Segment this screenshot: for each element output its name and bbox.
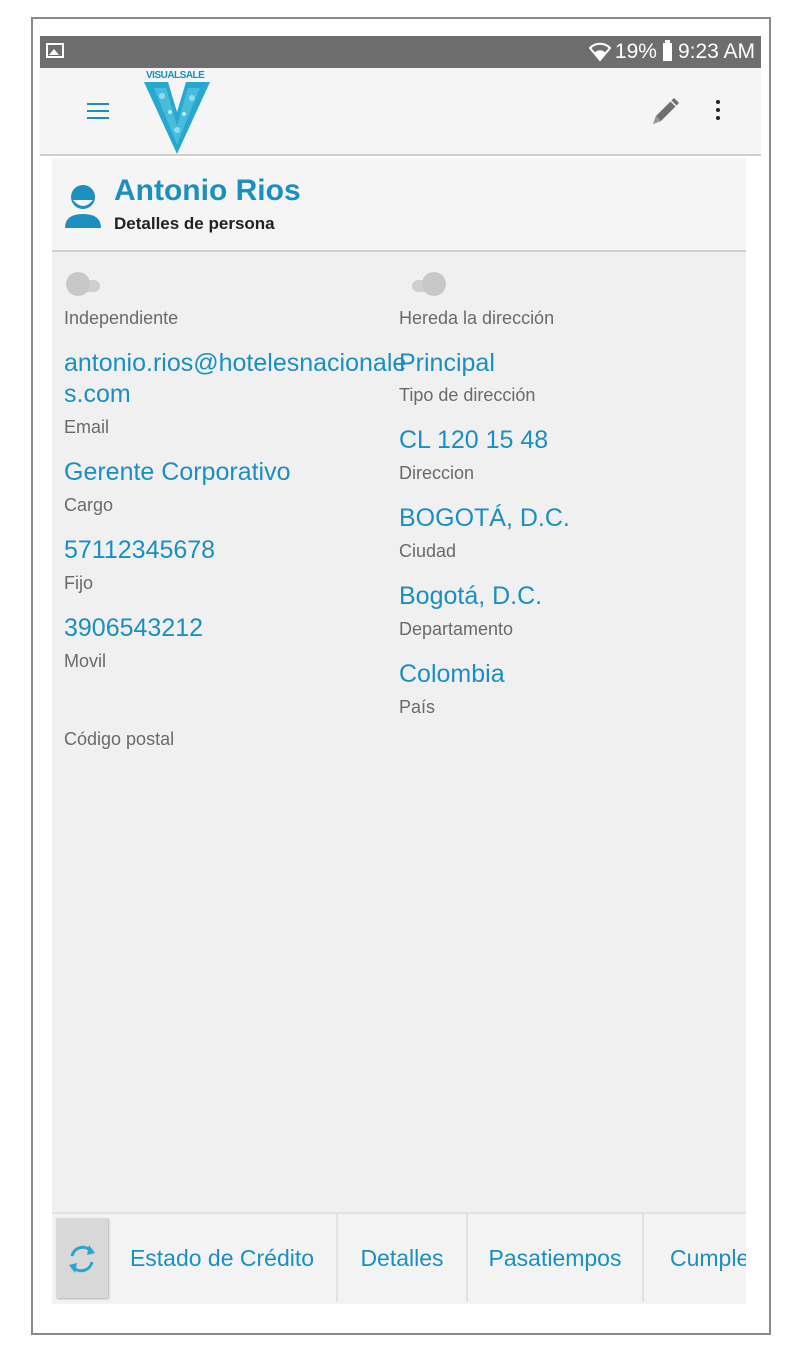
tab-detalles[interactable]: Detalles <box>336 1214 466 1302</box>
ciudad-label: Ciudad <box>399 541 457 561</box>
ciudad-value: BOGOTÁ, D.C. <box>399 504 570 532</box>
battery-icon <box>662 40 672 61</box>
email-value-line1: antonio.rios@hotelesnacionale <box>64 349 407 377</box>
fijo-label: Fijo <box>64 573 94 593</box>
tab-cumpleanos[interactable]: Cumpleaños <box>642 1214 746 1302</box>
independiente-toggle[interactable] <box>64 272 104 298</box>
image-notification-icon <box>46 43 64 58</box>
app-bar: VISUALSALE <box>40 68 761 156</box>
hereda-direccion-toggle[interactable] <box>406 272 446 298</box>
cargo-value: Gerente Corporativo <box>64 458 291 486</box>
bottom-tab-bar: Estado de Crédito Detalles Pasatiempos C… <box>52 1212 746 1304</box>
fijo-value: 57112345678 <box>64 536 216 564</box>
pais-label: País <box>399 697 436 717</box>
hamburger-menu-icon[interactable] <box>87 103 109 119</box>
battery-percent: 19% <box>614 40 657 63</box>
more-vert-icon[interactable] <box>715 100 721 124</box>
departamento-label: Departamento <box>399 619 514 639</box>
email-value-line2: s.com <box>64 380 131 408</box>
direccion-value: CL 120 15 48 <box>399 426 549 454</box>
clock: 9:23 AM <box>677 40 755 63</box>
independiente-label: Independiente <box>64 308 179 328</box>
person-name: Antonio Rios <box>114 174 301 207</box>
person-subtitle: Detalles de persona <box>114 214 275 233</box>
refresh-icon <box>69 1245 95 1273</box>
person-details-panel: Antonio Rios Detalles de persona Indepen… <box>52 158 746 1304</box>
departamento-value: Bogotá, D.C. <box>399 582 543 610</box>
movil-value: 3906543212 <box>64 614 204 642</box>
svg-text:VISUALSALE: VISUALSALE <box>146 70 205 81</box>
person-icon <box>64 182 102 230</box>
tab-pasatiempos[interactable]: Pasatiempos <box>466 1214 642 1302</box>
refresh-button[interactable] <box>56 1218 108 1298</box>
status-indicators: 19% 9:23 AM <box>588 40 755 64</box>
pais-value: Colombia <box>399 660 505 688</box>
wifi-icon <box>588 42 611 62</box>
movil-label: Movil <box>64 651 107 671</box>
hereda-direccion-label: Hereda la dirección <box>399 308 555 328</box>
codigo-postal-label: Código postal <box>64 729 175 749</box>
tipo-direccion-label: Tipo de dirección <box>399 385 536 405</box>
email-label: Email <box>64 417 110 437</box>
pencil-icon[interactable] <box>645 90 685 130</box>
direccion-label: Direccion <box>399 463 475 483</box>
status-bar: 19% 9:23 AM <box>40 36 761 68</box>
cargo-label: Cargo <box>64 495 114 515</box>
tipo-direccion-value: Principal <box>399 349 495 377</box>
visualsale-logo: VISUALSALE <box>142 68 212 154</box>
person-header: Antonio Rios Detalles de persona <box>52 158 746 252</box>
tab-estado-de-credito[interactable]: Estado de Crédito <box>108 1214 336 1302</box>
